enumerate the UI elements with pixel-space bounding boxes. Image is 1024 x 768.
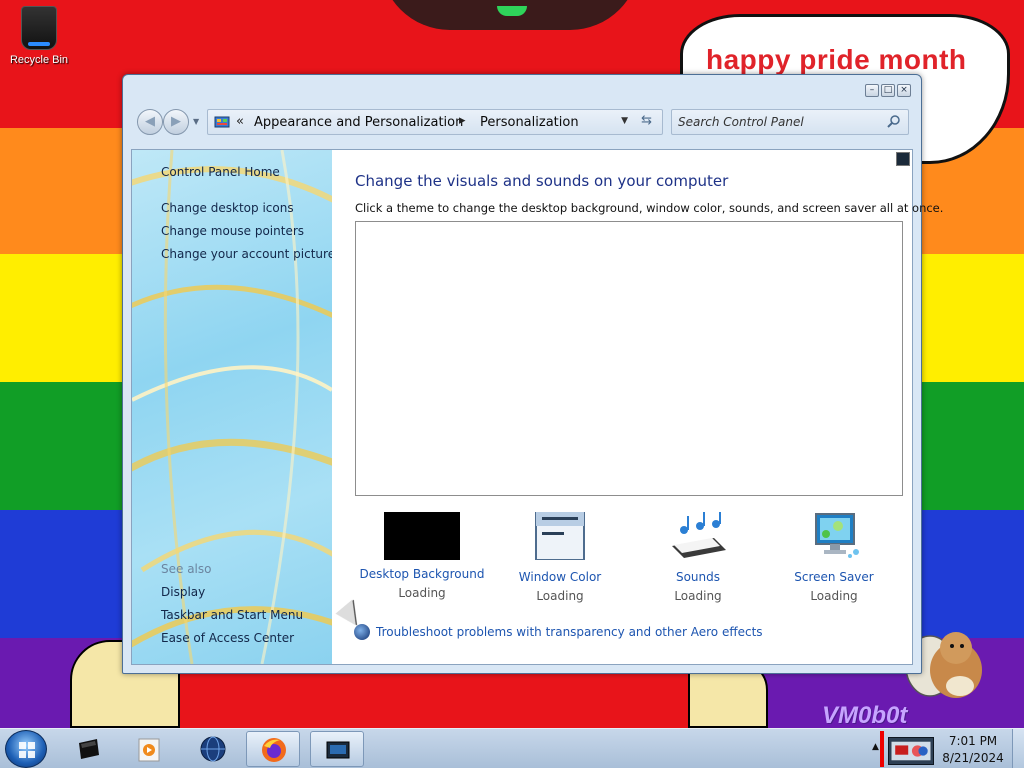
start-button[interactable] — [5, 730, 47, 768]
screen-saver-status: Loading — [810, 589, 858, 603]
character-body — [180, 668, 740, 728]
breadcrumb-overflow-icon[interactable]: « — [236, 114, 244, 129]
change-account-picture-link[interactable]: Change your account picture — [161, 247, 332, 261]
main-panel: Change the visuals and sounds on your co… — [332, 150, 943, 664]
firefox-icon — [262, 738, 286, 762]
control-panel-home-link[interactable]: Control Panel Home — [161, 165, 280, 179]
see-also-heading: See also — [161, 562, 212, 576]
network-status-icon[interactable] — [888, 737, 934, 765]
forward-button[interactable]: ▶ — [163, 109, 189, 135]
search-icon[interactable] — [886, 114, 902, 130]
window-color-icon — [535, 511, 585, 561]
breadcrumb-appearance[interactable]: Appearance and Personalization — [254, 115, 463, 130]
personalization-window: – □ × ◀ ▶ ▼ « Appearance and Personaliza… — [122, 74, 943, 674]
taskbar-clock[interactable]: 7:01 PM 8/21/2024 — [940, 733, 1006, 767]
sounds-option[interactable]: Sounds Loading — [633, 512, 763, 603]
taskbar-start-menu-link[interactable]: Taskbar and Start Menu — [161, 608, 303, 622]
desktop-background-icon — [384, 512, 460, 560]
breadcrumb-separator-icon[interactable]: ▸ — [459, 113, 466, 128]
page-title: Change the visuals and sounds on your co… — [355, 172, 729, 190]
terminal-icon — [79, 739, 99, 759]
show-desktop-button[interactable] — [1012, 729, 1024, 768]
show-hidden-icons-icon[interactable]: ▲ — [872, 742, 879, 752]
maximize-button[interactable]: □ — [881, 84, 895, 97]
taskbar-control-panel[interactable] — [310, 731, 364, 767]
address-bar[interactable]: « Appearance and Personalization ▸ Perso… — [207, 109, 663, 135]
window-color-option[interactable]: Window Color Loading — [495, 511, 625, 603]
minimize-button[interactable]: – — [865, 84, 879, 97]
speech-bubble-text: happy pride month — [706, 44, 967, 75]
control-panel-icon — [326, 741, 350, 759]
display-link[interactable]: Display — [161, 585, 205, 599]
window-controls: – □ × — [865, 84, 911, 97]
troubleshoot-aero-link[interactable]: Troubleshoot problems with transparency … — [376, 625, 763, 639]
change-desktop-icons-link[interactable]: Change desktop icons — [161, 201, 294, 215]
search-box[interactable] — [671, 109, 909, 135]
window-color-label[interactable]: Window Color — [495, 570, 625, 584]
sounds-label[interactable]: Sounds — [633, 570, 763, 584]
sounds-status: Loading — [674, 589, 722, 603]
taskbar-media-player[interactable] — [122, 731, 176, 767]
taskbar: ▲ 7:01 PM 8/21/2024 — [0, 728, 1024, 768]
screen-saver-option[interactable]: Screen Saver Loading — [769, 512, 899, 603]
screen-saver-label[interactable]: Screen Saver — [769, 570, 899, 584]
system-tray: ▲ 7:01 PM 8/21/2024 — [866, 729, 1024, 768]
address-dropdown-icon[interactable]: ▼ — [621, 116, 628, 126]
recent-pages-dropdown[interactable]: ▼ — [193, 117, 199, 126]
recycle-bin-icon — [21, 6, 57, 50]
desktop-background-status: Loading — [398, 586, 446, 600]
help-icon[interactable] — [896, 152, 910, 166]
recycle-bin-shortcut[interactable]: Recycle Bin — [6, 6, 72, 66]
content-area: Control Panel Home Change desktop icons … — [131, 149, 943, 665]
taskbar-firefox[interactable] — [246, 731, 300, 767]
search-input[interactable] — [678, 113, 878, 131]
refresh-icon[interactable]: ⇆ — [641, 113, 652, 128]
back-button[interactable]: ◀ — [137, 109, 163, 135]
sounds-icon — [672, 512, 726, 558]
globe-icon — [200, 736, 226, 762]
sidebar: Control Panel Home Change desktop icons … — [132, 150, 332, 664]
control-panel-icon — [214, 116, 230, 128]
close-button[interactable]: × — [897, 84, 911, 97]
breadcrumb-personalization[interactable]: Personalization — [480, 115, 579, 130]
tray-marker — [880, 731, 884, 767]
watermark-logo: VM0b0t — [822, 702, 908, 729]
navigation-bar: ◀ ▶ ▼ « Appearance and Personalization ▸… — [131, 103, 915, 141]
screen-saver-icon — [815, 513, 859, 558]
desktop-background-label[interactable]: Desktop Background — [357, 567, 487, 581]
theme-gallery[interactable] — [355, 221, 903, 496]
taskbar-terminal[interactable] — [62, 731, 116, 767]
taskbar-browser-globe[interactable] — [186, 731, 240, 767]
page-description: Click a theme to change the desktop back… — [355, 201, 944, 215]
change-mouse-pointers-link[interactable]: Change mouse pointers — [161, 224, 304, 238]
media-player-icon — [138, 738, 160, 762]
recycle-bin-label: Recycle Bin — [9, 54, 69, 66]
window-color-status: Loading — [536, 589, 584, 603]
windows-logo-icon — [19, 742, 35, 758]
desktop-background-option[interactable]: Desktop Background Loading — [357, 512, 487, 600]
troubleshoot-icon — [354, 624, 370, 640]
clock-date: 8/21/2024 — [942, 751, 1004, 765]
ease-of-access-link[interactable]: Ease of Access Center — [161, 631, 294, 645]
clock-time: 7:01 PM — [948, 734, 998, 748]
